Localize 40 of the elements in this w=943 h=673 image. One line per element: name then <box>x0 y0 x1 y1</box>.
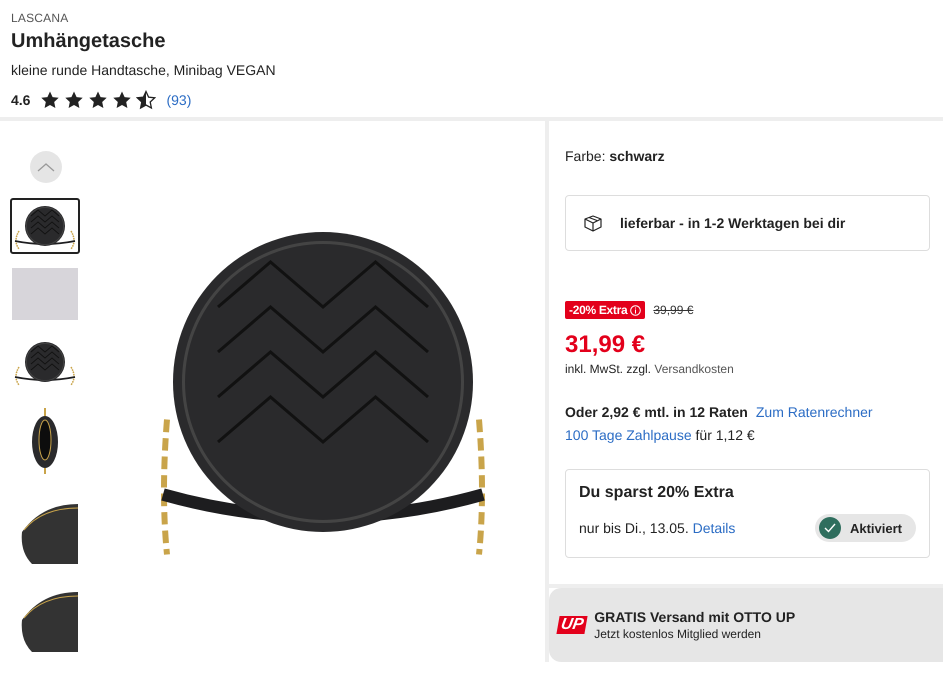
rating-value: 4.6 <box>11 92 30 108</box>
banner-title: GRATIS Versand mit OTTO UP <box>594 609 796 625</box>
banner-subtitle: Jetzt kostenlos Mitglied werden <box>594 627 762 641</box>
star-icon <box>88 90 108 110</box>
current-price: 31,99 € <box>565 331 646 359</box>
handbag-drawing <box>14 342 76 386</box>
payment-pause-price: für 1,12 € <box>696 427 755 443</box>
brand-name: LASCANA <box>11 11 70 25</box>
star-icon <box>136 90 156 110</box>
photo-placeholder <box>12 268 78 320</box>
product-subtitle: kleine runde Handtasche, Minibag VEGAN <box>11 62 277 78</box>
payment-pause-link[interactable]: 100 Tage Zahlpause <box>565 427 692 443</box>
installment-calculator-link[interactable]: Zum Ratenrechner <box>756 404 873 420</box>
membership-banner[interactable]: UP GRATIS Versand mit OTTO UP Jetzt kostenlos Mitglied werden <box>549 588 943 662</box>
chevron-up-icon <box>37 162 55 172</box>
thumbnail[interactable] <box>10 266 80 322</box>
savings-deadline: nur bis Di., 13.05. <box>579 520 689 536</box>
details-link[interactable]: Details <box>692 520 736 536</box>
bag-closeup-drawing <box>22 504 78 564</box>
shipping-costs-link[interactable]: Versandkosten <box>654 362 734 376</box>
delivery-text: lieferbar - in 1-2 Werktagen bei dir <box>620 215 846 231</box>
thumbnail[interactable] <box>10 198 80 254</box>
info-icon <box>630 304 642 316</box>
open-bag-drawing <box>32 407 58 475</box>
up-logo: UP <box>556 616 588 634</box>
old-price: 39,99 € <box>653 303 694 317</box>
star-icon <box>64 90 84 110</box>
activated-toggle[interactable]: Aktiviert <box>814 514 916 542</box>
tax-note: inkl. MwSt. zzgl. <box>565 362 652 376</box>
savings-title: Du sparst 20% Extra <box>579 484 735 502</box>
bag-closeup-drawing <box>22 592 78 652</box>
review-count-link[interactable]: (93) <box>166 92 192 108</box>
product-title: Umhängetasche <box>11 30 166 53</box>
star-icon <box>112 90 132 110</box>
discount-badge: -20% Extra <box>565 301 646 319</box>
star-icon <box>40 90 60 110</box>
installment-text: Oder 2,92 € mtl. in 12 Raten <box>565 404 748 420</box>
package-icon <box>582 214 604 232</box>
color-label: Farbe: schwarz <box>565 148 666 164</box>
handbag-drawing <box>14 206 76 250</box>
